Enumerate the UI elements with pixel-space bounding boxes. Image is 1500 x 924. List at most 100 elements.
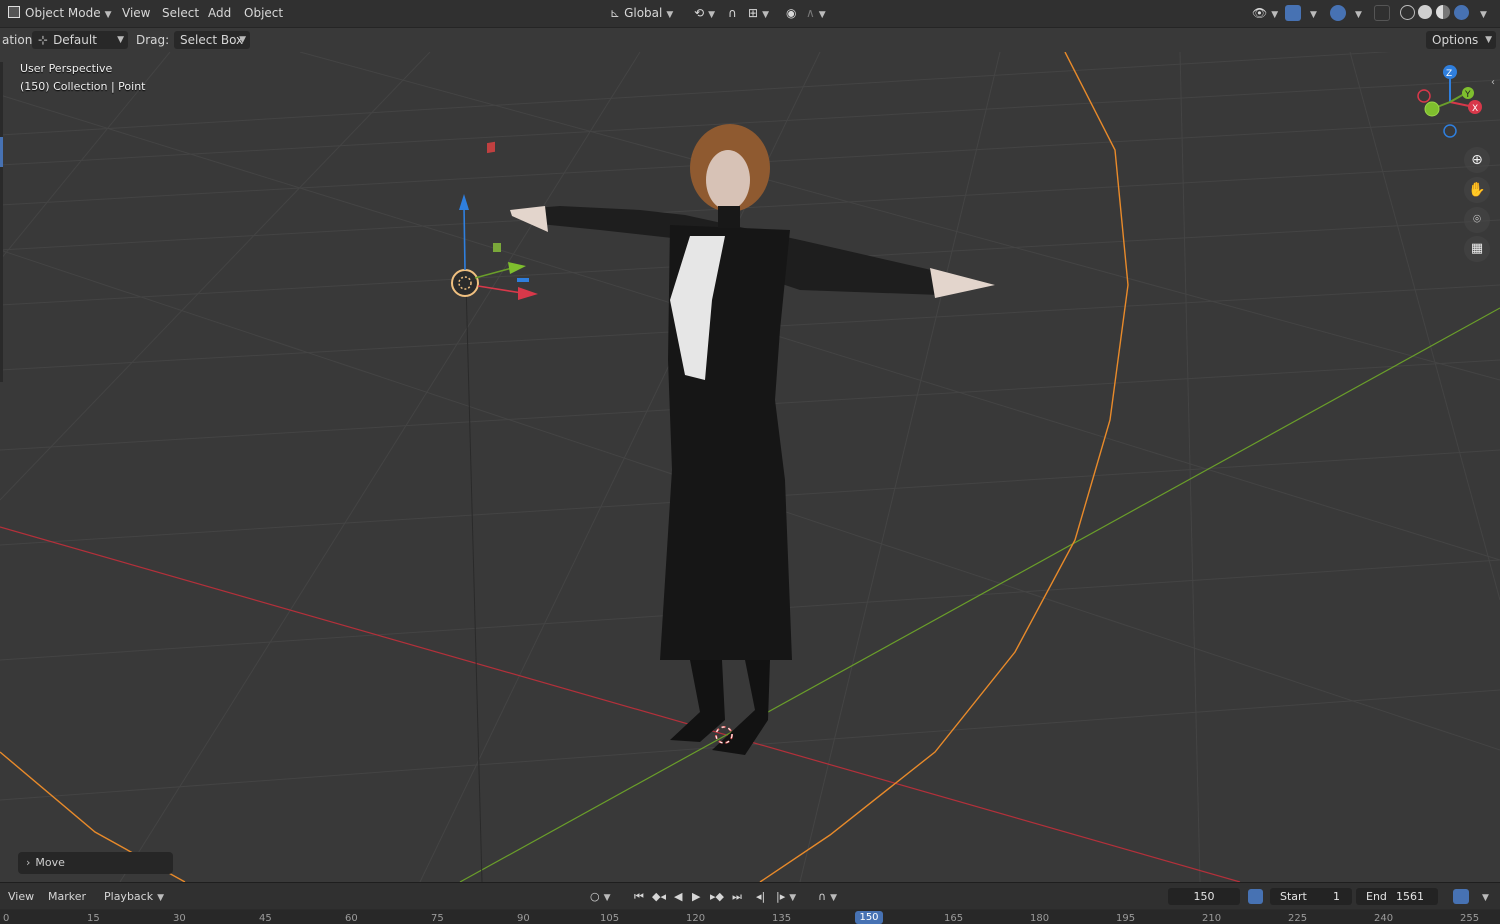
scene-canvas[interactable]: Z X Y [0,52,1500,882]
jump-start-icon: ⏮ [634,890,644,903]
end-frame-value: 1561 [1396,890,1424,903]
menu-add[interactable]: Add [204,4,235,23]
chevron-down-icon: ▼ [104,10,112,20]
mode-selector[interactable]: Object Mode ▼ [4,4,116,23]
ruler-tick: 105 [600,913,620,924]
falloff-button[interactable]: ∧ ▼ [802,4,830,23]
active-tool-indicator [0,137,3,167]
ruler-tick: 135 [772,913,792,924]
gizmo-z-label: Z [1446,69,1452,79]
chevron-down-icon: ▼ [117,35,124,45]
end-frame-field[interactable]: End 1561 [1356,888,1438,905]
step-back-icon: ◂| [756,890,766,903]
shading-dropdown[interactable]: ▼ [1472,4,1491,23]
menu-select[interactable]: Select [158,4,203,23]
step-back-button[interactable]: ◂| [750,888,771,906]
overlays-dropdown[interactable]: ▼ [1347,4,1366,23]
record-icon: ○ [590,890,600,903]
last-operator-label: Move [35,856,65,869]
camera-icon: ⌾ [1473,212,1481,227]
ruler-tick: 30 [173,913,186,924]
timeline-menu-playback[interactable]: Playback ▼ [98,888,170,906]
start-frame-field[interactable]: Start 1 [1270,888,1352,905]
options-dropdown[interactable]: Options ▼ [1426,31,1496,49]
snap-target-button[interactable]: ⊞ ▼ [744,4,773,23]
ortho-toggle-button[interactable]: ▦ [1464,236,1490,262]
grid-icon: ▦ [1470,241,1484,256]
wireframe-shading-icon[interactable] [1400,5,1415,20]
gizmo-neg-x-handle[interactable] [1417,89,1431,103]
zoom-icon: ⊕ [1471,152,1483,168]
chevron-down-icon: ▼ [1480,10,1487,20]
falloff-curve-icon: ∧ [806,6,815,20]
menu-view[interactable]: View [118,4,154,23]
ruler-tick: 180 [1030,913,1050,924]
object-mode-icon [8,6,20,18]
ruler-tick: 90 [517,913,530,924]
chevron-down-icon: ▼ [789,893,797,903]
playhead[interactable]: 150 [855,911,883,924]
clock-icon[interactable] [1248,889,1263,904]
current-frame-field[interactable]: 150 [1168,888,1240,905]
chevron-down-icon: ▼ [603,893,611,903]
gizmo-neg-y-handle[interactable] [1424,101,1440,117]
transform-orientation[interactable]: ⊾ Global ▼ [606,4,677,23]
play-reverse-icon: ◀ [674,890,683,903]
overlays-icon[interactable] [1330,5,1346,21]
orientation-icon: ⊾ [610,6,621,20]
step-forward-icon: |▸ [776,890,786,903]
orientation-dropdown[interactable]: ⊹ Default ▼ [32,31,128,49]
frame-ruler[interactable]: 0 15 30 45 60 75 90 105 120 135 165 180 … [0,910,1500,924]
gizmo-toggle-icon[interactable] [1285,5,1301,21]
magnet-icon: ∩ [728,6,737,20]
snap-toggle[interactable]: ∩ [724,4,741,23]
view-sync-dropdown[interactable]: ▼ [1472,888,1495,906]
light-direction-line [465,282,483,882]
light-object[interactable] [451,269,479,297]
step-forward-button[interactable]: |▸ ▼ [770,888,802,906]
gizmo-dropdown[interactable]: ▼ [1302,4,1321,23]
xray-toggle-icon[interactable] [1374,5,1390,21]
gizmo-neg-z-handle[interactable] [1443,124,1457,138]
character-model[interactable] [510,124,995,755]
snapping-toggle[interactable]: ∩ ▼ [812,888,843,906]
chevron-down-icon: ▼ [818,10,826,20]
material-shading-icon[interactable] [1436,5,1450,19]
chevron-down-icon: ▼ [1355,10,1362,20]
view-sync-icon[interactable] [1453,889,1469,904]
ruler-tick: 0 [3,913,10,924]
timeline-editor: View Marker Playback ▼ ○ ▼ ⏮ ◆◂ ◀ ▶ ▸◆ ⏭ ◂… [0,882,1500,924]
play-icon: ▶ [692,890,701,903]
ruler-tick: 240 [1374,913,1394,924]
pivot-icon: ⟲ [694,6,705,20]
drag-label: Drag: [136,33,170,47]
camera-view-button[interactable]: ⌾ [1464,207,1490,233]
eye-icon: 👁 [1252,6,1268,20]
ruler-tick: 75 [431,913,444,924]
solid-shading-icon[interactable] [1418,5,1432,19]
timeline-menu-view[interactable]: View [2,888,40,906]
pivot-point-button[interactable]: ⟲ ▼ [690,4,719,23]
drag-dropdown[interactable]: Select Box ▼ [174,31,250,49]
left-toolbar-edge[interactable] [0,62,3,382]
sidebar-toggle-icon[interactable]: ‹ [1491,77,1495,88]
gizmo-y-label: Y [1464,90,1471,100]
chevron-down-icon: ▼ [708,10,715,20]
chevron-down-icon: ▼ [1485,35,1492,45]
zoom-button[interactable]: ⊕ [1464,147,1490,173]
jump-end-button[interactable]: ⏭ [726,888,748,906]
rendered-shading-icon[interactable] [1454,5,1469,20]
auto-keying-toggle[interactable]: ○ ▼ [584,888,617,906]
last-operator-panel[interactable]: › Move [18,852,173,874]
menu-object[interactable]: Object [240,4,287,23]
proportional-icon: ◉ [786,6,797,20]
navigation-gizmo[interactable]: Z X Y [1417,65,1482,138]
visibility-button[interactable]: 👁 ▼ [1248,4,1282,23]
ruler-tick: 255 [1460,913,1480,924]
pan-button[interactable]: ✋ [1464,177,1490,203]
selected-object-outline [759,52,1129,882]
3d-viewport[interactable]: Z X Y User Perspective (150) Collection … [0,52,1500,882]
hand-icon: ✋ [1468,182,1486,198]
timeline-menu-marker[interactable]: Marker [42,888,92,906]
proportional-edit-toggle[interactable]: ◉ [782,4,800,23]
